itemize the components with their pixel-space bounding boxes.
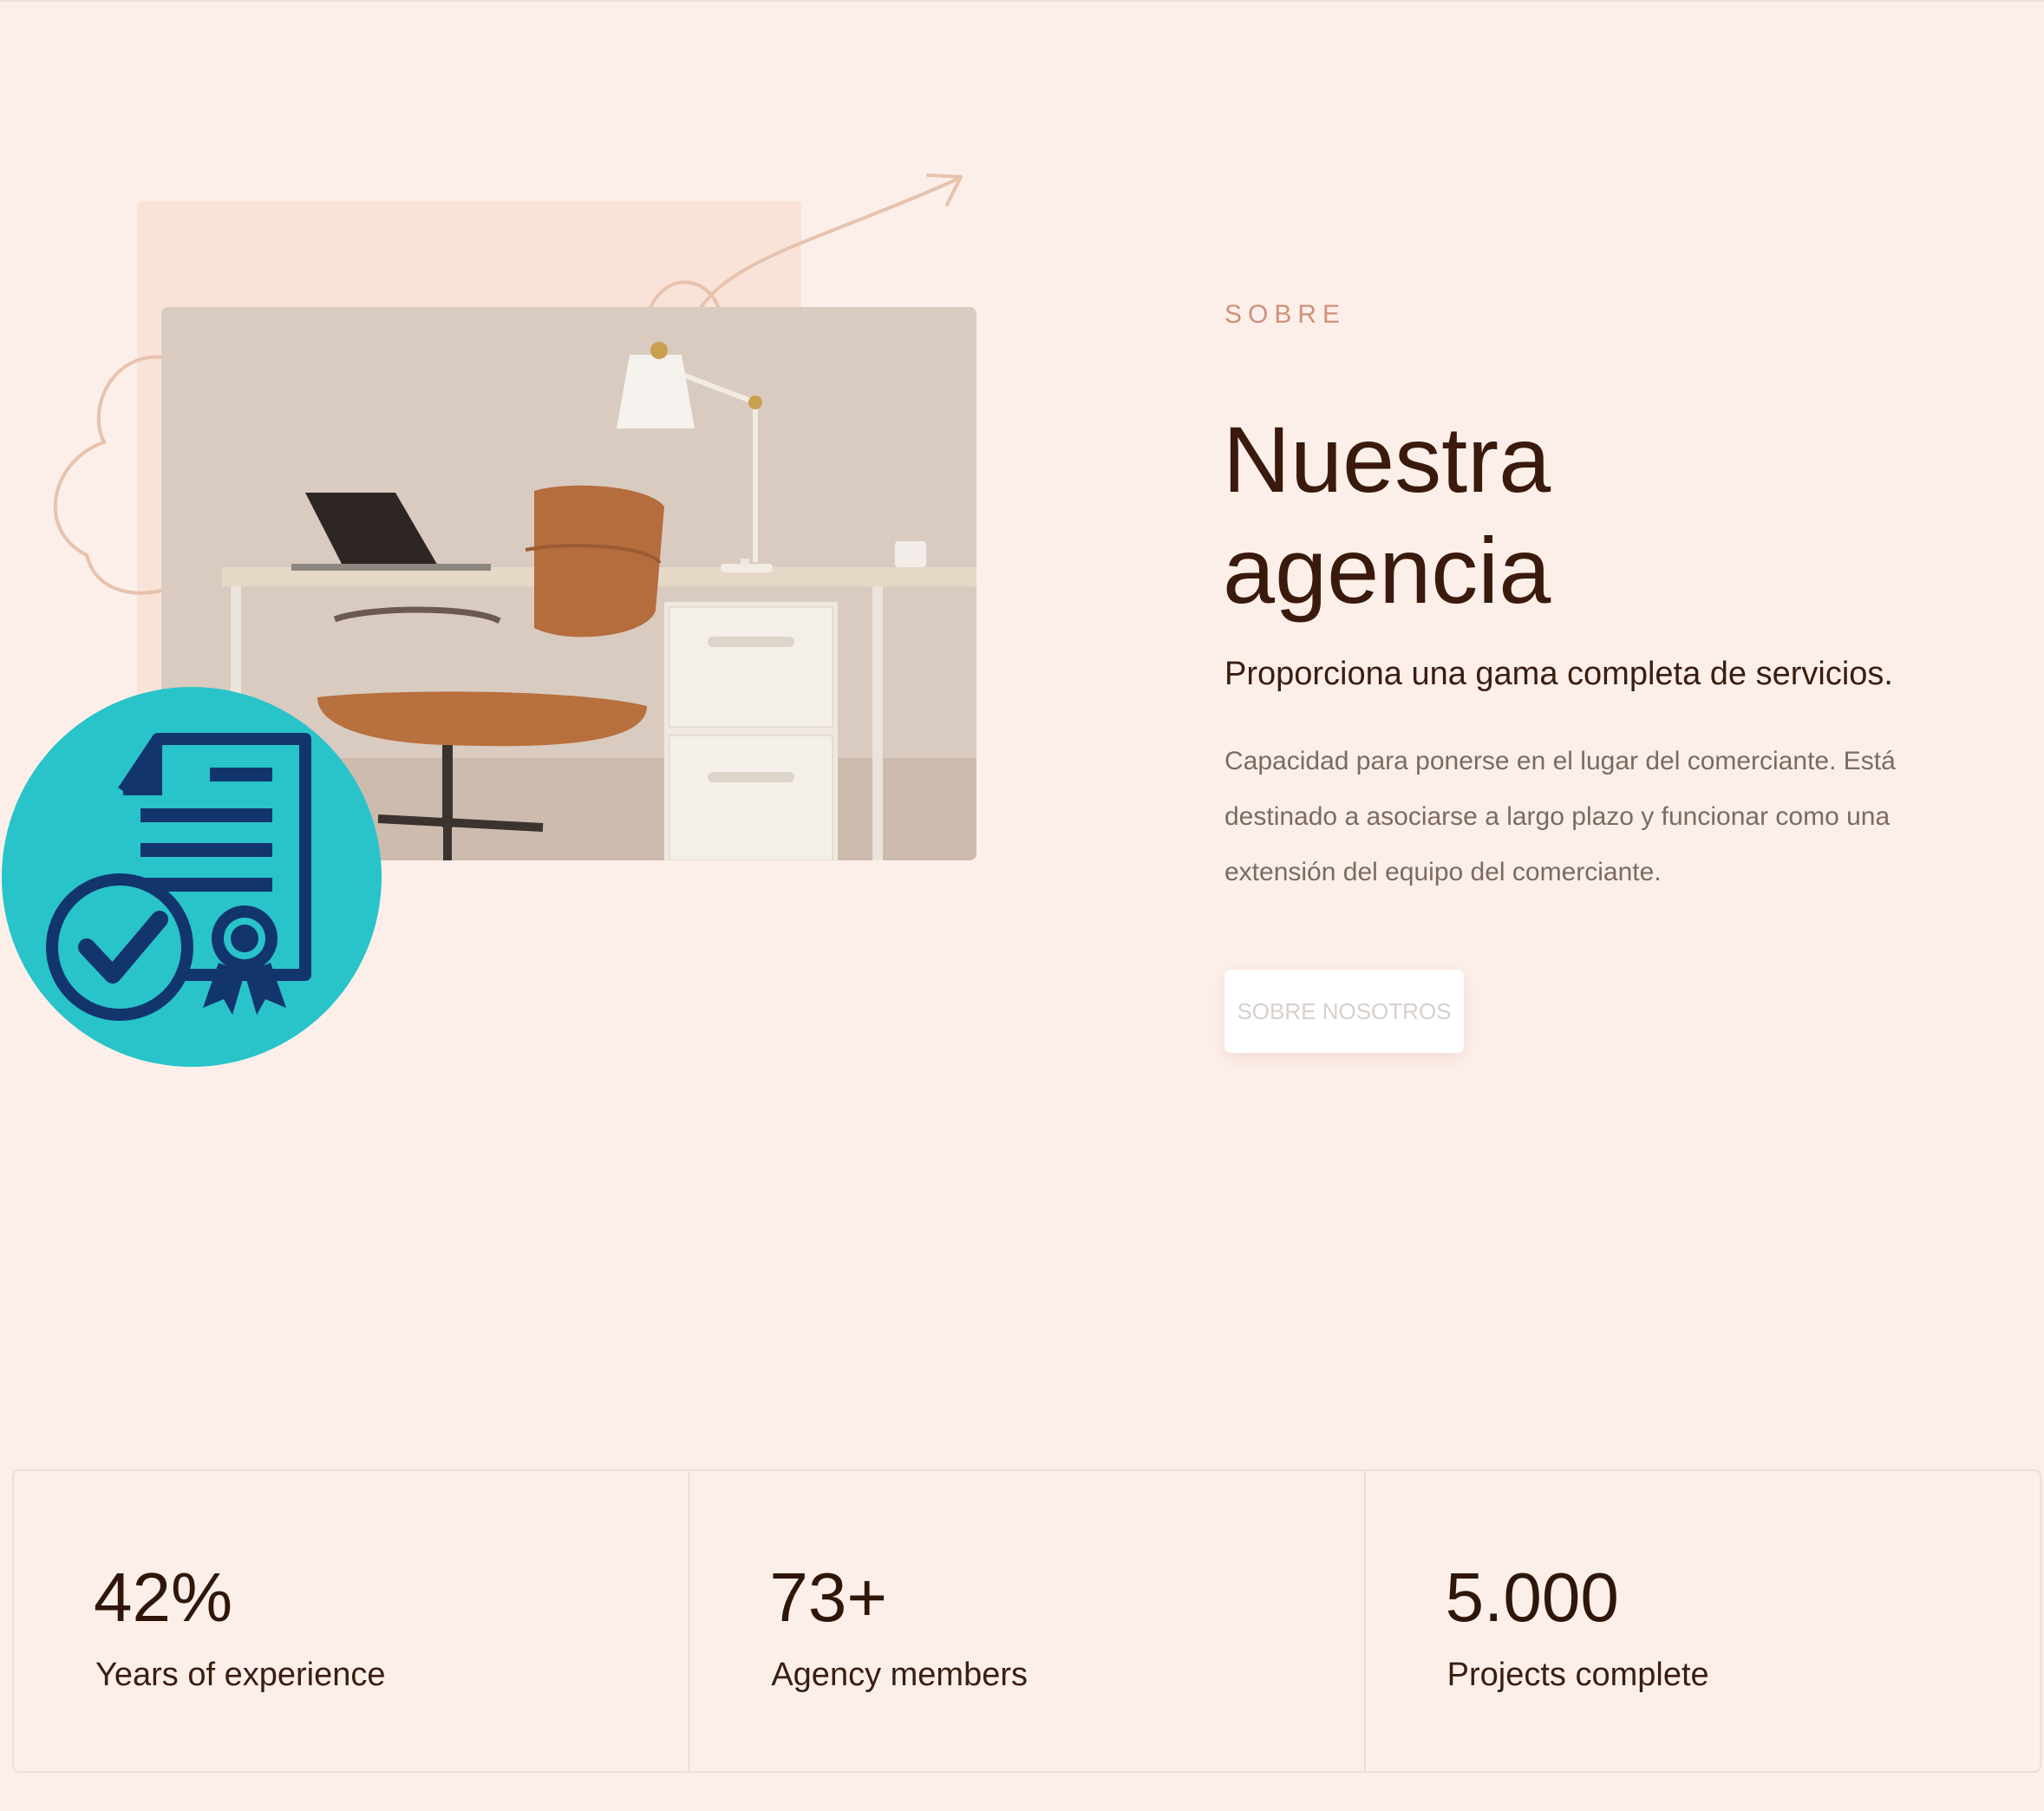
section-eyebrow: SOBRE <box>1224 300 1347 329</box>
top-divider <box>0 0 2044 2</box>
page-title: Nuestra agencia <box>1223 404 1743 626</box>
stat-projects: 5.000 Projects complete <box>1366 1471 2040 1771</box>
stat-value: 5.000 <box>1445 1559 1619 1636</box>
title-line-1: Nuestra <box>1223 407 1551 512</box>
stat-label: Years of experience <box>95 1657 386 1693</box>
stat-label: Agency members <box>771 1657 1028 1693</box>
stat-members: 73+ Agency members <box>689 1471 1366 1771</box>
stats-bar: 42% Years of experience 73+ Agency membe… <box>12 1469 2041 1773</box>
about-us-button[interactable]: SOBRE NOSOTROS <box>1224 970 1464 1053</box>
certificate-check-icon <box>2 687 382 1067</box>
stat-label: Projects complete <box>1446 1657 1709 1693</box>
title-line-2: agencia <box>1223 518 1551 623</box>
body-text: Capacidad para ponerse en el lugar del c… <box>1224 747 1896 886</box>
stat-value: 73+ <box>769 1559 888 1636</box>
lead-text: Proporciona una gama completa de servici… <box>1224 656 1893 692</box>
stat-value: 42% <box>94 1559 233 1636</box>
stat-experience: 42% Years of experience <box>14 1471 690 1771</box>
